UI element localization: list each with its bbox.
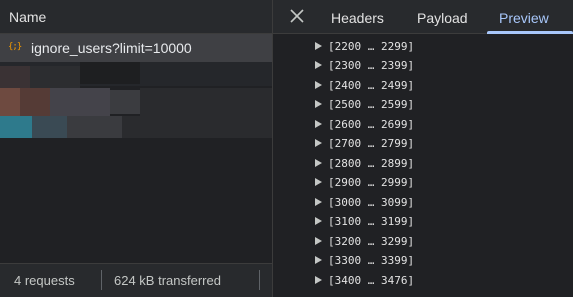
array-range-row[interactable]: [2700 … 2799] <box>273 134 573 154</box>
array-range-label: [3000 … 3099] <box>328 196 415 209</box>
expand-arrow-icon[interactable] <box>315 276 322 284</box>
close-icon[interactable] <box>287 6 307 26</box>
array-range-row[interactable]: [2300 … 2399] <box>273 56 573 76</box>
preview-tree: [2200 … 2299] [2300 … 2399] [2400 … 2499… <box>273 34 573 297</box>
array-range-label: [2700 … 2799] <box>328 137 415 150</box>
name-column-header[interactable]: Name <box>0 0 272 34</box>
transferred-size: 624 kB transferred <box>114 273 221 288</box>
expand-arrow-icon[interactable] <box>315 81 322 89</box>
details-tab-bar: Headers Payload Preview <box>273 0 573 34</box>
array-range-label: [2800 … 2899] <box>328 157 415 170</box>
request-count: 4 requests <box>14 273 75 288</box>
array-range-row[interactable]: [2200 … 2299] <box>273 37 573 57</box>
request-row-selected[interactable]: {;} ignore_users?limit=10000 <box>0 34 272 62</box>
request-name: ignore_users?limit=10000 <box>31 40 192 56</box>
blurred-request-rows <box>0 62 272 148</box>
array-range-row[interactable]: [2600 … 2699] <box>273 115 573 135</box>
expand-arrow-icon[interactable] <box>315 198 322 206</box>
array-range-row[interactable]: [3200 … 3299] <box>273 232 573 252</box>
expand-arrow-icon[interactable] <box>315 61 322 69</box>
array-range-row[interactable]: [2900 … 2999] <box>273 173 573 193</box>
array-range-row[interactable]: [2500 … 2599] <box>273 95 573 115</box>
array-range-row[interactable]: [3000 … 3099] <box>273 193 573 213</box>
expand-arrow-icon[interactable] <box>315 42 322 50</box>
tab-headers[interactable]: Headers <box>331 10 384 26</box>
array-range-label: [2500 … 2599] <box>328 98 415 111</box>
expand-arrow-icon[interactable] <box>315 237 322 245</box>
expand-arrow-icon[interactable] <box>315 159 322 167</box>
array-range-label: [2300 … 2399] <box>328 59 415 72</box>
expand-arrow-icon[interactable] <box>315 120 322 128</box>
expand-arrow-icon[interactable] <box>315 256 322 264</box>
expand-arrow-icon[interactable] <box>315 217 322 225</box>
expand-arrow-icon[interactable] <box>315 139 322 147</box>
expand-arrow-icon[interactable] <box>315 100 322 108</box>
tab-payload[interactable]: Payload <box>417 10 468 26</box>
status-divider <box>259 270 260 290</box>
array-range-row[interactable]: [2400 … 2499] <box>273 76 573 96</box>
array-range-label: [3400 … 3476] <box>328 274 415 287</box>
status-divider <box>101 270 102 290</box>
array-range-row[interactable]: [3400 … 3476] <box>273 271 573 291</box>
request-list-pane: Name {;} ignore_users?limit=10000 4 requ… <box>0 0 272 297</box>
array-range-label: [2900 … 2999] <box>328 176 415 189</box>
expand-arrow-icon[interactable] <box>315 178 322 186</box>
array-range-label: [3300 … 3399] <box>328 254 415 267</box>
status-bar: 4 requests 624 kB transferred <box>0 263 272 297</box>
array-range-label: [3100 … 3199] <box>328 215 415 228</box>
json-icon: {;} <box>8 42 22 52</box>
array-range-row[interactable]: [3100 … 3199] <box>273 212 573 232</box>
request-details-pane: Headers Payload Preview [2200 … 2299] [2… <box>273 0 573 297</box>
array-range-label: [2200 … 2299] <box>328 40 415 53</box>
array-range-label: [3200 … 3299] <box>328 235 415 248</box>
array-range-label: [2600 … 2699] <box>328 118 415 131</box>
tab-preview[interactable]: Preview <box>499 10 549 26</box>
array-range-row[interactable]: [3300 … 3399] <box>273 251 573 271</box>
array-range-row[interactable]: [2800 … 2899] <box>273 154 573 174</box>
name-column-label: Name <box>9 9 47 25</box>
array-range-label: [2400 … 2499] <box>328 79 415 92</box>
